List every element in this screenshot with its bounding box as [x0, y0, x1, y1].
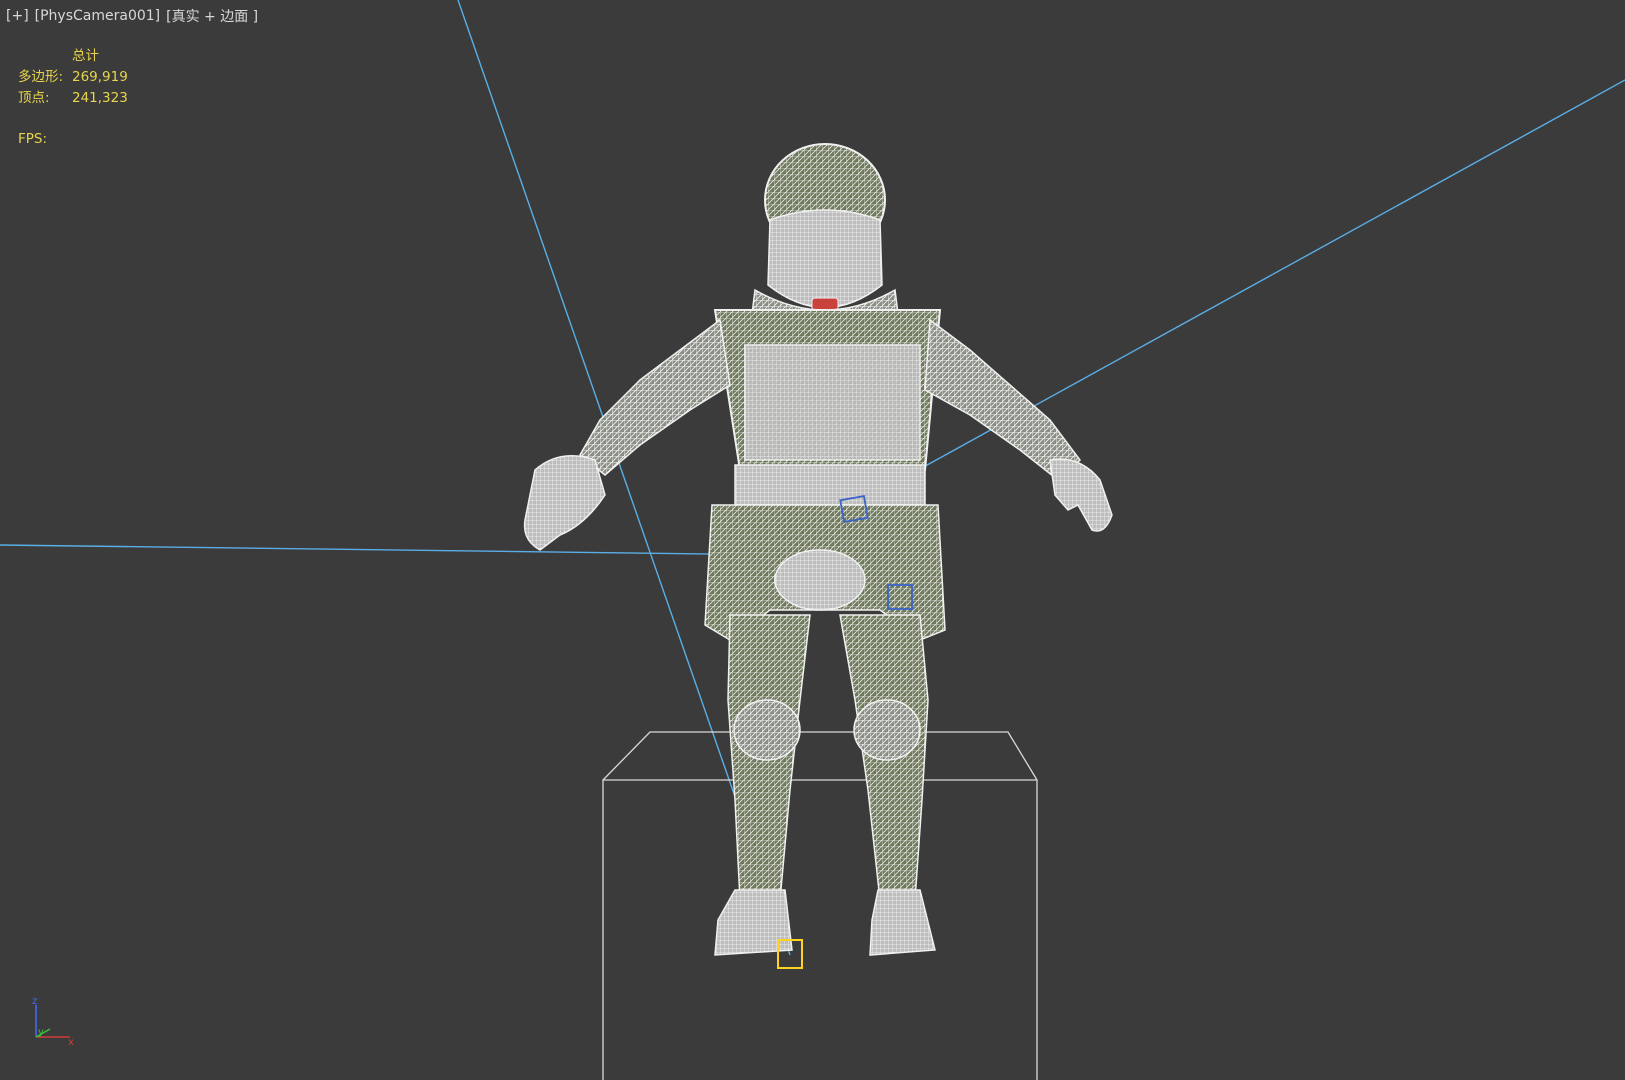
groin-plate: [774, 549, 866, 611]
viewport-shading-menu[interactable]: [真实 + 边面 ]: [166, 6, 258, 26]
stats-vertices-row: 顶点: 241,323: [18, 88, 128, 109]
left-knee-pad: [733, 699, 801, 761]
axis-z-label: z: [32, 996, 37, 1007]
viewport-general-menu[interactable]: [+]: [6, 8, 29, 24]
belt: [734, 464, 926, 506]
left-boot: [714, 889, 793, 956]
axis-gizmo-icon: z y x: [32, 996, 74, 1048]
axis-x-label: x: [68, 1037, 74, 1045]
stats-vertices-label: 顶点:: [18, 90, 50, 106]
camera-line-2: [0, 544, 791, 556]
stats-polygons-label: 多边形:: [18, 69, 64, 85]
left-hand: [523, 455, 606, 551]
viewport-camera-menu[interactable]: [PhysCamera001]: [35, 8, 160, 24]
left-arm: [579, 318, 731, 476]
face-mask: [767, 209, 883, 309]
stats-polygons-row: 多边形: 269,919: [18, 67, 128, 88]
statistics-overlay: 总计 多边形: 269,919 顶点: 241,323 FPS:: [18, 46, 128, 150]
viewport-scene[interactable]: [0, 0, 1625, 1080]
right-boot: [869, 889, 936, 956]
right-arm: [924, 318, 1082, 481]
stats-header: 总计: [72, 48, 99, 64]
soldier-wireframe-model: [523, 143, 1113, 956]
axis-gizmo: z y x: [28, 995, 78, 1048]
right-knee-pad: [853, 699, 921, 761]
stats-fps-label: FPS:: [18, 131, 48, 147]
chest-rig: [744, 344, 921, 461]
viewport-label-menu: [+] [PhysCamera001] [真实 + 边面 ]: [6, 6, 258, 26]
3d-viewport[interactable]: [+] [PhysCamera001] [真实 + 边面 ] 总计 多边形: 2…: [0, 0, 1625, 1080]
axis-y-label: y: [38, 1027, 44, 1038]
right-hand: [1049, 458, 1113, 532]
stats-polygons-value: 269,919: [72, 69, 128, 85]
pedestal-box-wireframe: [602, 731, 1038, 1080]
stats-vertices-value: 241,323: [72, 90, 128, 106]
